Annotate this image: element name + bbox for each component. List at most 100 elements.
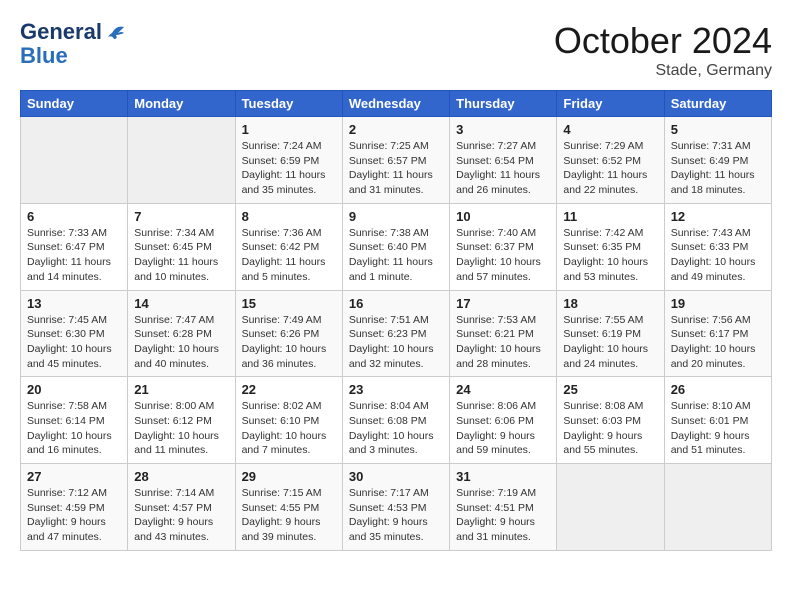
day-cell: 10 Sunrise: 7:40 AM Sunset: 6:37 PM Dayli…	[450, 203, 557, 290]
day-cell: 9Sunrise: 7:38 AM Sunset: 6:40 PM Daylig…	[342, 203, 449, 290]
day-number: 23	[349, 382, 443, 397]
day-number: 24	[456, 382, 550, 397]
day-info: Sunrise: 7:34 AM Sunset: 6:45 PM Dayligh…	[134, 226, 228, 285]
day-number: 31	[456, 469, 550, 484]
day-info: Sunrise: 7:17 AM Sunset: 4:53 PM Dayligh…	[349, 486, 443, 545]
day-info: Sunrise: 8:00 AM Sunset: 6:12 PM Dayligh…	[134, 399, 228, 458]
day-cell: 22 Sunrise: 8:02 AM Sunset: 6:10 PM Dayli…	[235, 377, 342, 464]
day-info: Sunrise: 7:31 AM Sunset: 6:49 PM Dayligh…	[671, 139, 765, 198]
day-info: Sunrise: 7:15 AM Sunset: 4:55 PM Dayligh…	[242, 486, 336, 545]
day-cell: 5Sunrise: 7:31 AM Sunset: 6:49 PM Daylig…	[664, 117, 771, 204]
day-info: Sunrise: 7:53 AM Sunset: 6:21 PM Dayligh…	[456, 313, 550, 372]
day-info: Sunrise: 8:04 AM Sunset: 6:08 PM Dayligh…	[349, 399, 443, 458]
day-cell	[128, 117, 235, 204]
calendar-table: SundayMondayTuesdayWednesdayThursdayFrid…	[20, 90, 772, 551]
day-info: Sunrise: 7:58 AM Sunset: 6:14 PM Dayligh…	[27, 399, 121, 458]
day-cell: 16Sunrise: 7:51 AM Sunset: 6:23 PM Dayli…	[342, 290, 449, 377]
week-row-4: 20 Sunrise: 7:58 AM Sunset: 6:14 PM Dayli…	[21, 377, 772, 464]
day-number: 7	[134, 209, 228, 224]
day-header-monday: Monday	[128, 91, 235, 117]
day-cell: 31 Sunrise: 7:19 AM Sunset: 4:51 PM Dayli…	[450, 464, 557, 551]
day-cell: 6Sunrise: 7:33 AM Sunset: 6:47 PM Daylig…	[21, 203, 128, 290]
day-number: 11	[563, 209, 657, 224]
day-cell: 25 Sunrise: 8:08 AM Sunset: 6:03 PM Dayli…	[557, 377, 664, 464]
day-info: Sunrise: 7:45 AM Sunset: 6:30 PM Dayligh…	[27, 313, 121, 372]
day-info: Sunrise: 7:36 AM Sunset: 6:42 PM Dayligh…	[242, 226, 336, 285]
day-cell: 8 Sunrise: 7:36 AM Sunset: 6:42 PM Daylig…	[235, 203, 342, 290]
day-number: 22	[242, 382, 336, 397]
day-info: Sunrise: 7:14 AM Sunset: 4:57 PM Dayligh…	[134, 486, 228, 545]
day-cell: 18Sunrise: 7:55 AM Sunset: 6:19 PM Dayli…	[557, 290, 664, 377]
day-cell: 17 Sunrise: 7:53 AM Sunset: 6:21 PM Dayli…	[450, 290, 557, 377]
day-info: Sunrise: 8:02 AM Sunset: 6:10 PM Dayligh…	[242, 399, 336, 458]
day-cell: 14 Sunrise: 7:47 AM Sunset: 6:28 PM Dayli…	[128, 290, 235, 377]
day-cell: 20 Sunrise: 7:58 AM Sunset: 6:14 PM Dayli…	[21, 377, 128, 464]
month-title: October 2024	[554, 20, 772, 62]
day-info: Sunrise: 7:47 AM Sunset: 6:28 PM Dayligh…	[134, 313, 228, 372]
day-number: 28	[134, 469, 228, 484]
day-number: 15	[242, 296, 336, 311]
day-header-tuesday: Tuesday	[235, 91, 342, 117]
logo-general: General	[20, 20, 126, 44]
title-block: October 2024 Stade, Germany	[554, 20, 772, 80]
day-header-wednesday: Wednesday	[342, 91, 449, 117]
day-cell	[21, 117, 128, 204]
day-cell: 21 Sunrise: 8:00 AM Sunset: 6:12 PM Dayli…	[128, 377, 235, 464]
day-number: 13	[27, 296, 121, 311]
day-cell: 27 Sunrise: 7:12 AM Sunset: 4:59 PM Dayli…	[21, 464, 128, 551]
day-number: 25	[563, 382, 657, 397]
day-info: Sunrise: 7:24 AM Sunset: 6:59 PM Dayligh…	[242, 139, 336, 198]
day-cell: 19Sunrise: 7:56 AM Sunset: 6:17 PM Dayli…	[664, 290, 771, 377]
day-info: Sunrise: 8:10 AM Sunset: 6:01 PM Dayligh…	[671, 399, 765, 458]
day-cell: 2Sunrise: 7:25 AM Sunset: 6:57 PM Daylig…	[342, 117, 449, 204]
day-number: 17	[456, 296, 550, 311]
day-number: 1	[242, 122, 336, 137]
location: Stade, Germany	[554, 62, 772, 80]
day-cell: 3 Sunrise: 7:27 AM Sunset: 6:54 PM Daylig…	[450, 117, 557, 204]
day-cell: 26Sunrise: 8:10 AM Sunset: 6:01 PM Dayli…	[664, 377, 771, 464]
day-header-friday: Friday	[557, 91, 664, 117]
day-number: 3	[456, 122, 550, 137]
day-cell: 29 Sunrise: 7:15 AM Sunset: 4:55 PM Dayli…	[235, 464, 342, 551]
day-number: 29	[242, 469, 336, 484]
day-number: 6	[27, 209, 121, 224]
day-info: Sunrise: 7:42 AM Sunset: 6:35 PM Dayligh…	[563, 226, 657, 285]
day-cell: 7 Sunrise: 7:34 AM Sunset: 6:45 PM Daylig…	[128, 203, 235, 290]
day-cell: 4Sunrise: 7:29 AM Sunset: 6:52 PM Daylig…	[557, 117, 664, 204]
day-header-sunday: Sunday	[21, 91, 128, 117]
day-number: 19	[671, 296, 765, 311]
day-number: 9	[349, 209, 443, 224]
day-number: 30	[349, 469, 443, 484]
day-number: 14	[134, 296, 228, 311]
logo-bird-icon	[104, 25, 126, 41]
header-row: SundayMondayTuesdayWednesdayThursdayFrid…	[21, 91, 772, 117]
day-cell: 1 Sunrise: 7:24 AM Sunset: 6:59 PM Daylig…	[235, 117, 342, 204]
week-row-2: 6Sunrise: 7:33 AM Sunset: 6:47 PM Daylig…	[21, 203, 772, 290]
day-number: 4	[563, 122, 657, 137]
day-number: 20	[27, 382, 121, 397]
day-info: Sunrise: 7:12 AM Sunset: 4:59 PM Dayligh…	[27, 486, 121, 545]
week-row-1: 1 Sunrise: 7:24 AM Sunset: 6:59 PM Daylig…	[21, 117, 772, 204]
week-row-3: 13 Sunrise: 7:45 AM Sunset: 6:30 PM Dayli…	[21, 290, 772, 377]
day-info: Sunrise: 8:08 AM Sunset: 6:03 PM Dayligh…	[563, 399, 657, 458]
day-cell: 24 Sunrise: 8:06 AM Sunset: 6:06 PM Dayli…	[450, 377, 557, 464]
day-info: Sunrise: 7:55 AM Sunset: 6:19 PM Dayligh…	[563, 313, 657, 372]
day-cell: 13 Sunrise: 7:45 AM Sunset: 6:30 PM Dayli…	[21, 290, 128, 377]
logo-blue-text: Blue	[20, 44, 126, 68]
day-number: 10	[456, 209, 550, 224]
day-header-saturday: Saturday	[664, 91, 771, 117]
day-cell	[557, 464, 664, 551]
day-number: 27	[27, 469, 121, 484]
day-info: Sunrise: 8:06 AM Sunset: 6:06 PM Dayligh…	[456, 399, 550, 458]
day-cell: 11 Sunrise: 7:42 AM Sunset: 6:35 PM Dayli…	[557, 203, 664, 290]
day-number: 16	[349, 296, 443, 311]
logo-general-text: General	[20, 20, 102, 44]
day-info: Sunrise: 7:19 AM Sunset: 4:51 PM Dayligh…	[456, 486, 550, 545]
day-number: 21	[134, 382, 228, 397]
logo: General Blue	[20, 20, 126, 68]
day-number: 8	[242, 209, 336, 224]
day-info: Sunrise: 7:40 AM Sunset: 6:37 PM Dayligh…	[456, 226, 550, 285]
day-info: Sunrise: 7:49 AM Sunset: 6:26 PM Dayligh…	[242, 313, 336, 372]
day-info: Sunrise: 7:27 AM Sunset: 6:54 PM Dayligh…	[456, 139, 550, 198]
day-info: Sunrise: 7:43 AM Sunset: 6:33 PM Dayligh…	[671, 226, 765, 285]
